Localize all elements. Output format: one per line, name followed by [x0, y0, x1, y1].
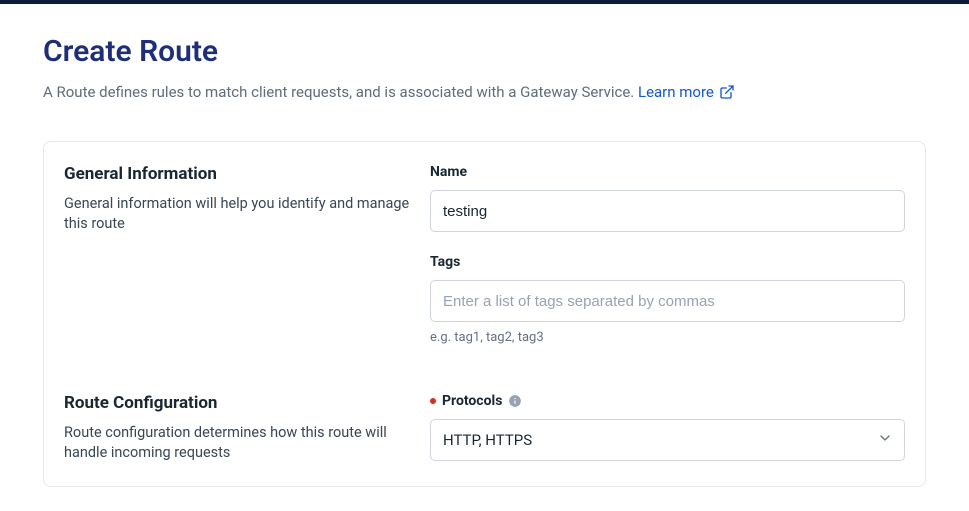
tags-helper: e.g. tag1, tag2, tag3 [430, 330, 905, 345]
protocols-select[interactable]: HTTP, HTTPS [430, 419, 905, 461]
section-title-route-config: Route Configuration [64, 393, 410, 413]
protocols-select-box: HTTP, HTTPS [430, 419, 905, 461]
page-subtitle: A Route defines rules to match client re… [43, 83, 926, 101]
protocols-label: Protocols [442, 393, 502, 409]
required-dot-icon [430, 398, 436, 404]
form-group-tags: Tags e.g. tag1, tag2, tag3 [430, 254, 905, 345]
section-route-config: Route Configuration Route configuration … [64, 393, 905, 464]
page-container: Create Route A Route defines rules to ma… [0, 4, 969, 487]
section-title-general: General Information [64, 164, 410, 184]
section-general-right: Name Tags e.g. tag1, tag2, tag3 [430, 164, 905, 345]
page-title: Create Route [43, 34, 926, 69]
tags-label: Tags [430, 254, 905, 270]
form-card: General Information General information … [43, 141, 926, 487]
protocols-label-row: Protocols [430, 393, 905, 409]
section-general: General Information General information … [64, 164, 905, 345]
tags-input[interactable] [430, 280, 905, 322]
section-general-left: General Information General information … [64, 164, 410, 345]
form-group-name: Name [430, 164, 905, 232]
external-link-icon [719, 84, 735, 100]
form-group-protocols: Protocols HTTP, HTTPS [430, 393, 905, 461]
protocols-value: HTTP, HTTPS [443, 431, 532, 449]
name-input[interactable] [430, 190, 905, 232]
name-label: Name [430, 164, 905, 180]
section-desc-general: General information will help you identi… [64, 194, 410, 235]
subtitle-text: A Route defines rules to match client re… [43, 83, 638, 101]
learn-more-text: Learn more [638, 83, 714, 101]
section-desc-route-config: Route configuration determines how this … [64, 423, 410, 464]
learn-more-link[interactable]: Learn more [638, 83, 735, 101]
section-route-config-left: Route Configuration Route configuration … [64, 393, 410, 464]
section-route-config-right: Protocols HTTP, HTTPS [430, 393, 905, 464]
info-icon[interactable] [508, 394, 522, 408]
